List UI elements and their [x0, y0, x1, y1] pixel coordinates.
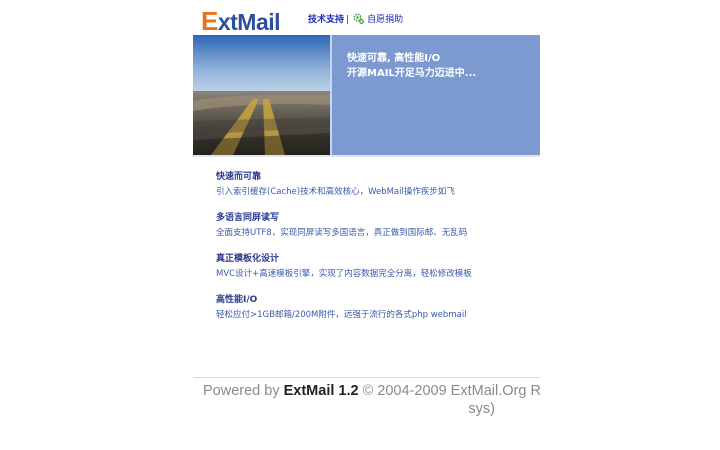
top-links: 技术支持 | 自愿捐助 — [308, 13, 403, 26]
brand-version: ExtMail 1.2 — [283, 383, 359, 399]
feature-item: 多语言同屏读写 全面支持UTF8，实现同屏读写多国语言，真正做到国际邮、无乱码 — [216, 212, 536, 253]
banner-divider — [330, 35, 332, 155]
footer: Powered by ExtMail 1.2 © 2004-2009 ExtMa… — [203, 382, 540, 422]
feature-description: 轻松应付>1GB邮箱/200M附件，远强于流行的各式php webmail — [216, 310, 467, 320]
feature-item: 高性能I/O 轻松应付>1GB邮箱/200M附件，远强于流行的各式php web… — [216, 294, 536, 335]
feature-description: 全面支持UTF8，实现同屏读写多国语言，真正做到国际邮、无乱码 — [216, 228, 468, 238]
support-link[interactable]: 技术支持 — [308, 15, 344, 25]
feature-description: MVC设计+高速模板引擎，实现了内容数据完全分离，轻松修改模板 — [216, 269, 472, 279]
hero-banner: 快速可靠, 高性能I/O 开源MAIL开足马力迈进中... — [193, 35, 540, 155]
feature-title: 高性能I/O — [216, 295, 258, 305]
footer-divider — [193, 377, 540, 378]
feature-title: 真正模板化设计 — [216, 254, 280, 264]
banner-text: 快速可靠, 高性能I/O 开源MAIL开足马力迈进中... — [347, 51, 476, 81]
feature-item: 真正模板化设计 MVC设计+高速模板引擎，实现了内容数据完全分离，轻松修改模板 — [216, 253, 536, 294]
banner-headline: 快速可靠, 高性能I/O — [347, 53, 441, 64]
logo-wordmark: xtMail — [217, 9, 281, 35]
feature-list: 快速而可靠 引入索引缓存(Cache)技术和高效核心，WebMail操作疾步如飞… — [216, 171, 536, 335]
link-separator: | — [346, 15, 350, 25]
login-page: ExtMail 技术支持 | 自愿捐助 快速可靠, 高性能I/O 开源MAIL开… — [193, 0, 540, 450]
donate-link[interactable]: 自愿捐助 — [367, 15, 403, 25]
feature-title: 多语言同屏读写 — [216, 213, 280, 223]
banner-subline: 开源MAIL开足马力迈进中... — [347, 68, 477, 79]
copyright-text: © 2004-2009 ExtMail.Org R — [358, 383, 540, 399]
banner-bottom-bar — [193, 155, 540, 157]
logo-letter-e: E — [201, 6, 218, 36]
gear-icon — [353, 13, 364, 24]
road-photo — [193, 35, 330, 155]
powered-by-text: Powered by — [203, 383, 284, 399]
feature-description: 引入索引缓存(Cache)技术和高效核心，WebMail操作疾步如飞 — [216, 187, 455, 197]
feature-title: 快速而可靠 — [216, 172, 262, 182]
footer-overflow-text: sys) — [468, 401, 495, 417]
feature-item: 快速而可靠 引入索引缓存(Cache)技术和高效核心，WebMail操作疾步如飞 — [216, 171, 536, 212]
extmail-logo: ExtMail — [201, 6, 281, 36]
footer-line: Powered by ExtMail 1.2 © 2004-2009 ExtMa… — [203, 382, 540, 400]
